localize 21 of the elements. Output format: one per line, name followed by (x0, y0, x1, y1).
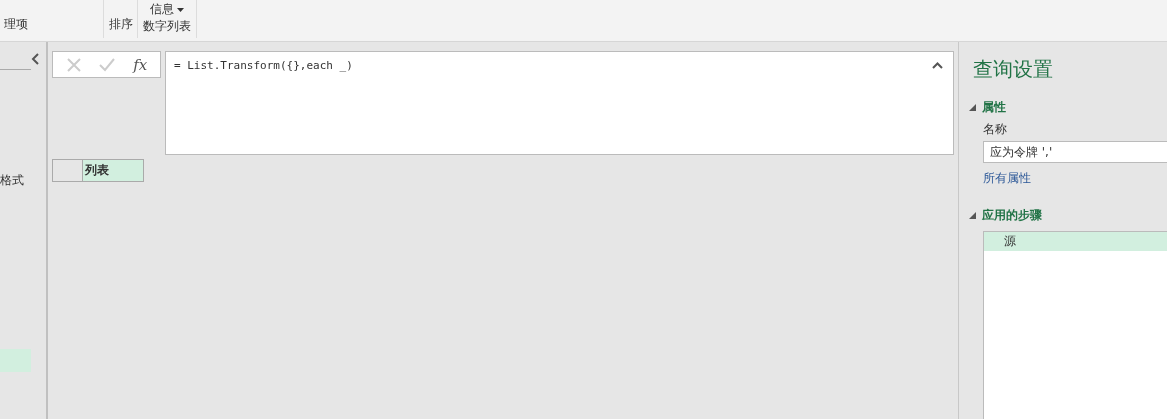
check-icon[interactable] (99, 57, 116, 72)
section-heading: 属性 (982, 99, 1006, 116)
ribbon-group-label: 理项 (4, 16, 28, 33)
panel-title: 查询设置 (973, 56, 1054, 83)
expanded-icon[interactable] (969, 104, 976, 111)
column-header[interactable]: 列表 (82, 159, 144, 182)
ribbon-group-label: 排序 (108, 16, 133, 33)
info-button[interactable]: 信息 (150, 1, 184, 18)
section-heading: 应用的步骤 (982, 207, 1042, 224)
collapse-icon[interactable] (932, 62, 943, 69)
name-label: 名称 (983, 121, 1008, 138)
ribbon-group-label: 数字列表 (143, 18, 191, 35)
collapse-icon[interactable] (31, 52, 39, 65)
step-item[interactable]: 源 (984, 232, 1167, 251)
name-field[interactable]: 应为令牌 ',' (983, 141, 1167, 163)
query-item[interactable]: 格式 (0, 169, 43, 192)
all-properties-link[interactable]: 所有属性 (983, 170, 1167, 187)
formula-field[interactable]: = List.Transform({},each _) (165, 51, 954, 155)
expanded-icon[interactable] (969, 212, 976, 219)
fx-button[interactable]: fx (133, 55, 148, 74)
caret-icon (177, 7, 184, 12)
